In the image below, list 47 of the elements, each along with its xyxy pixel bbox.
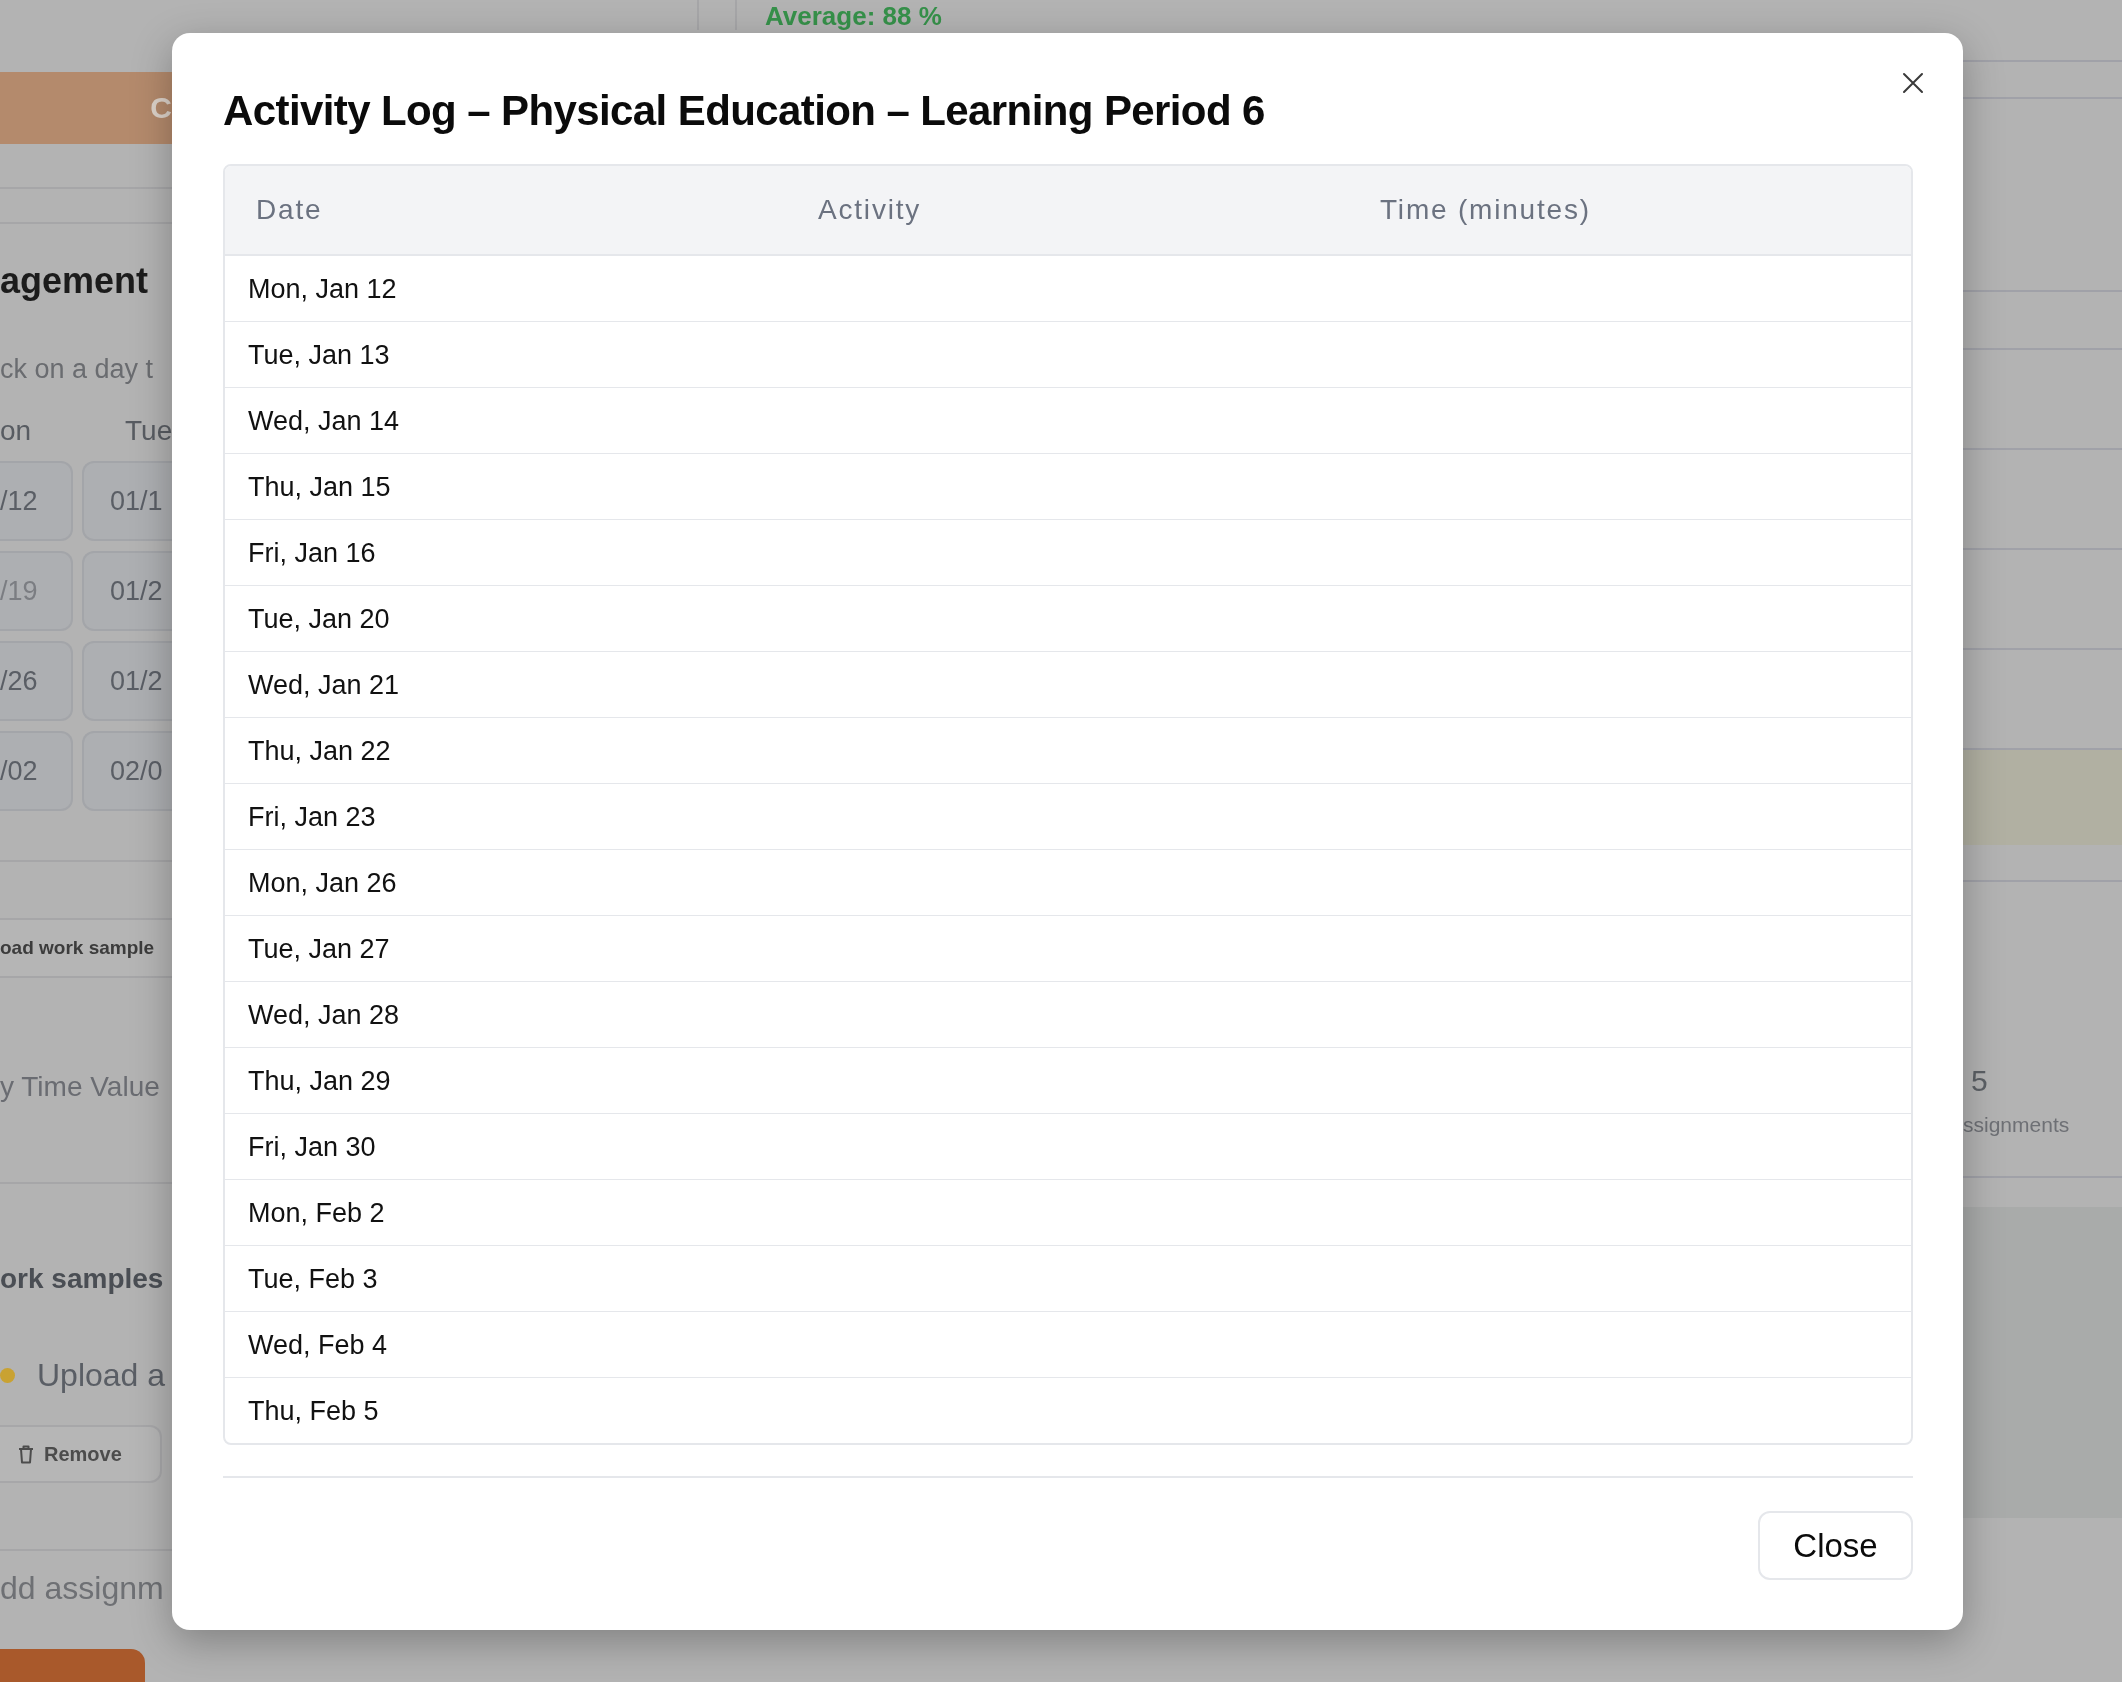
upload-button[interactable]: oad work sample [0, 918, 172, 978]
date-text: Wed, Jan 28 [248, 998, 400, 1031]
hint-text: ck on a day t [0, 353, 154, 386]
date-text: Wed, Jan 21 [248, 668, 400, 701]
day-cell[interactable]: /02 [0, 731, 73, 811]
day-cell[interactable]: 01/2 [82, 551, 172, 631]
day-cell[interactable]: /26 [0, 641, 73, 721]
weekday-label: on [0, 414, 33, 448]
column-header: Activity [818, 194, 922, 226]
column-header: Date [256, 194, 323, 226]
close-icon[interactable] [1902, 72, 1924, 94]
average-text: Average: 88 % [765, 1, 942, 31]
weekday-label: Tue [124, 414, 172, 448]
count-value: 5 [1971, 1063, 1988, 1099]
field-label: y Time Value [0, 1070, 160, 1104]
date-text: Mon, Feb 2 [248, 1196, 385, 1229]
trash-icon [18, 1444, 34, 1464]
date-text: Thu, Feb 5 [248, 1394, 379, 1427]
date-text: Tue, Jan 27 [248, 932, 390, 965]
day-cell[interactable]: 02/0 [82, 731, 172, 811]
date-text: Fri, Jan 30 [248, 1130, 376, 1163]
dialog-title: Activity Log – Physical Education – Learning Period 6 [223, 86, 1265, 136]
count-label: ssignments [1963, 1112, 2070, 1138]
close-button[interactable]: Close [1758, 1511, 1913, 1580]
date-text: Mon, Jan 26 [248, 866, 397, 899]
day-cell[interactable]: 01/1 [82, 461, 172, 541]
day-cell[interactable]: /12 [0, 461, 73, 541]
remove-button[interactable]: Remove [0, 1425, 162, 1483]
date-text: Mon, Jan 12 [248, 272, 397, 305]
date-text: Thu, Jan 15 [248, 470, 391, 503]
day-cell[interactable]: 01/2 [82, 641, 172, 721]
date-text: Tue, Jan 20 [248, 602, 390, 635]
section-heading: ork samples [0, 1262, 164, 1296]
date-text: Tue, Feb 3 [248, 1262, 378, 1295]
upload-prompt-text: Upload a [37, 1356, 166, 1395]
date-text: Wed, Feb 4 [248, 1328, 388, 1361]
action-button[interactable]: C [0, 72, 172, 144]
section-heading: agement [0, 259, 149, 303]
date-text: Thu, Jan 29 [248, 1064, 391, 1097]
column-header: Time (minutes) [1380, 194, 1591, 226]
status-dot-icon [0, 1367, 15, 1383]
date-text: Wed, Jan 14 [248, 404, 400, 437]
add-assignment-text: dd assignm [0, 1569, 164, 1608]
date-text: Tue, Jan 13 [248, 338, 390, 371]
date-text: Thu, Jan 22 [248, 734, 391, 767]
date-text: Fri, Jan 16 [248, 536, 376, 569]
date-text: Fri, Jan 23 [248, 800, 376, 833]
